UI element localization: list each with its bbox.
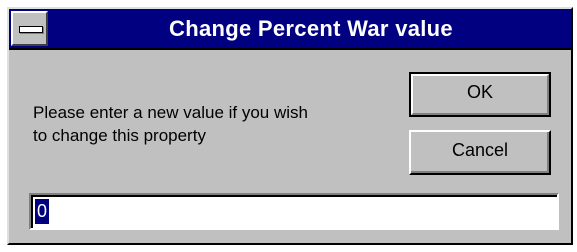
value-input-frame bbox=[31, 195, 557, 228]
cancel-button[interactable]: Cancel bbox=[409, 130, 551, 175]
top-strip bbox=[0, 0, 577, 6]
ok-button-label: OK bbox=[466, 82, 493, 102]
system-menu-icon[interactable] bbox=[11, 11, 48, 46]
prompt-line-2: to change this property bbox=[33, 126, 206, 145]
prompt-line-1: Please enter a new value if you wish bbox=[33, 103, 308, 122]
dialog-window: Change Percent War value Please enter a … bbox=[7, 7, 573, 245]
system-menu-bar-glyph bbox=[19, 26, 43, 33]
value-input-text[interactable]: 0 bbox=[35, 199, 50, 224]
title-bar: Change Percent War value bbox=[9, 9, 571, 50]
dialog-title: Change Percent War value bbox=[169, 16, 453, 41]
prompt-text: Please enter a new value if you wish to … bbox=[33, 101, 393, 147]
ok-button[interactable]: OK bbox=[409, 72, 551, 117]
screen: Change Percent War value Please enter a … bbox=[0, 0, 577, 252]
cancel-button-label: Cancel bbox=[451, 140, 509, 160]
value-input[interactable]: 0 bbox=[29, 193, 559, 230]
